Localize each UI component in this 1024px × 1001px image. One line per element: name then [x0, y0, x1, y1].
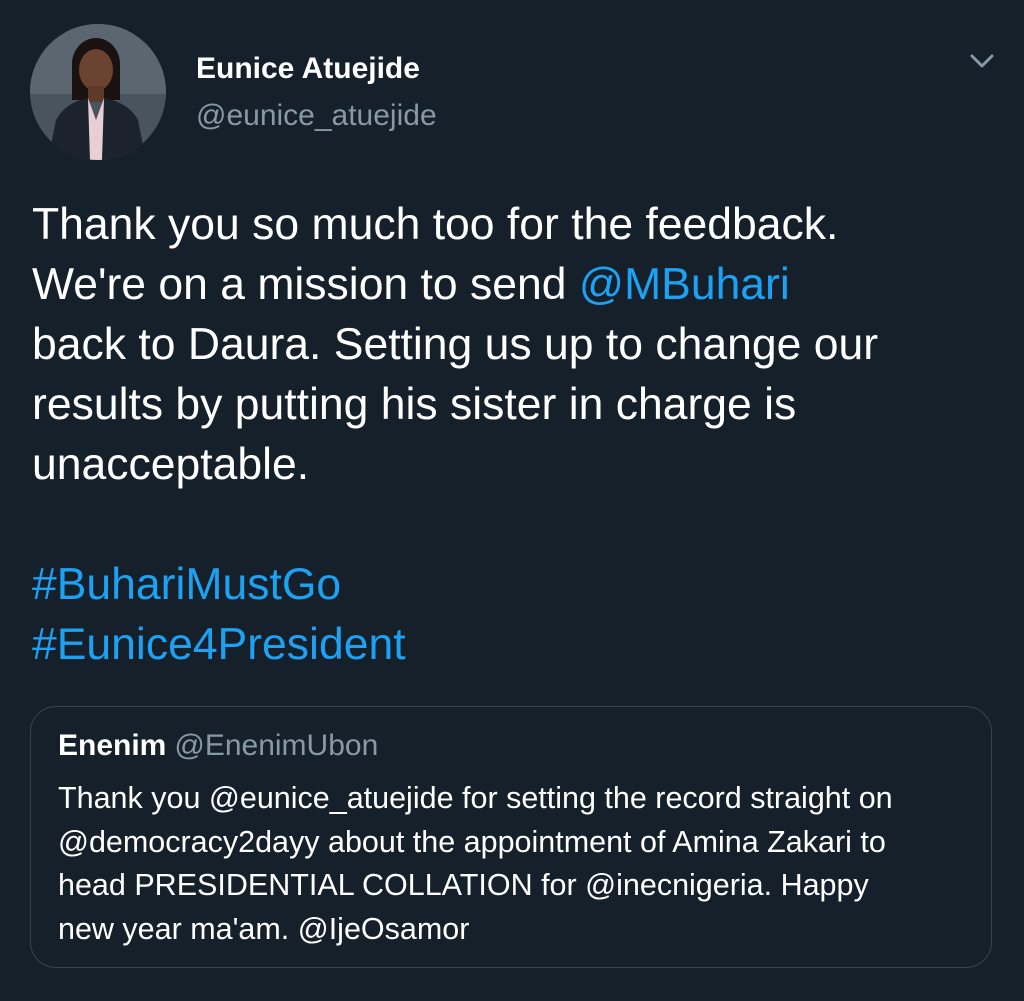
quoted-tweet-line: @democracy2dayy about the appointment of…: [58, 824, 886, 859]
author-handle[interactable]: @eunice_atuejide: [196, 99, 437, 133]
quoted-tweet-line: new year ma'am. @IjeOsamor: [58, 911, 470, 946]
tweet-line-text: We're on a mission to send: [32, 260, 579, 309]
tweet-line: Thank you so much too for the feedback.: [32, 200, 839, 249]
quoted-tweet-text: Thank you @eunice_atuejide for setting t…: [58, 777, 893, 951]
chevron-down-icon: [970, 54, 994, 68]
profile-photo-icon: [30, 24, 166, 160]
tweet-text: Thank you so much too for the feedback. …: [32, 195, 992, 675]
quoted-author-name: Enenim: [58, 729, 167, 762]
tweet-line: results by putting his sister in charge …: [32, 380, 797, 429]
hashtag-link[interactable]: #Eunice4President: [32, 615, 992, 675]
tweet-line: unacceptable.: [32, 440, 310, 489]
tweet-line: We're on a mission to send @MBuhari: [32, 255, 992, 315]
tweet-menu-button[interactable]: [964, 46, 1000, 76]
quoted-tweet-line: Thank you @eunice_atuejide for setting t…: [58, 781, 893, 815]
hashtag-link[interactable]: #BuhariMustGo: [32, 555, 992, 615]
mention-link[interactable]: @MBuhari: [579, 260, 790, 309]
quoted-tweet-header: Enenim @EnenimUbon: [58, 729, 378, 763]
avatar[interactable]: [30, 24, 166, 160]
author-display-name[interactable]: Eunice Atuejide: [196, 52, 420, 86]
quoted-tweet-line: head PRESIDENTIAL COLLATION for @inecnig…: [58, 868, 869, 902]
quoted-tweet-card[interactable]: Enenim @EnenimUbon Thank you @eunice_atue…: [30, 706, 992, 968]
quoted-author-handle: @EnenimUbon: [174, 729, 379, 762]
tweet-line: back to Daura. Setting us up to change o…: [32, 320, 879, 369]
